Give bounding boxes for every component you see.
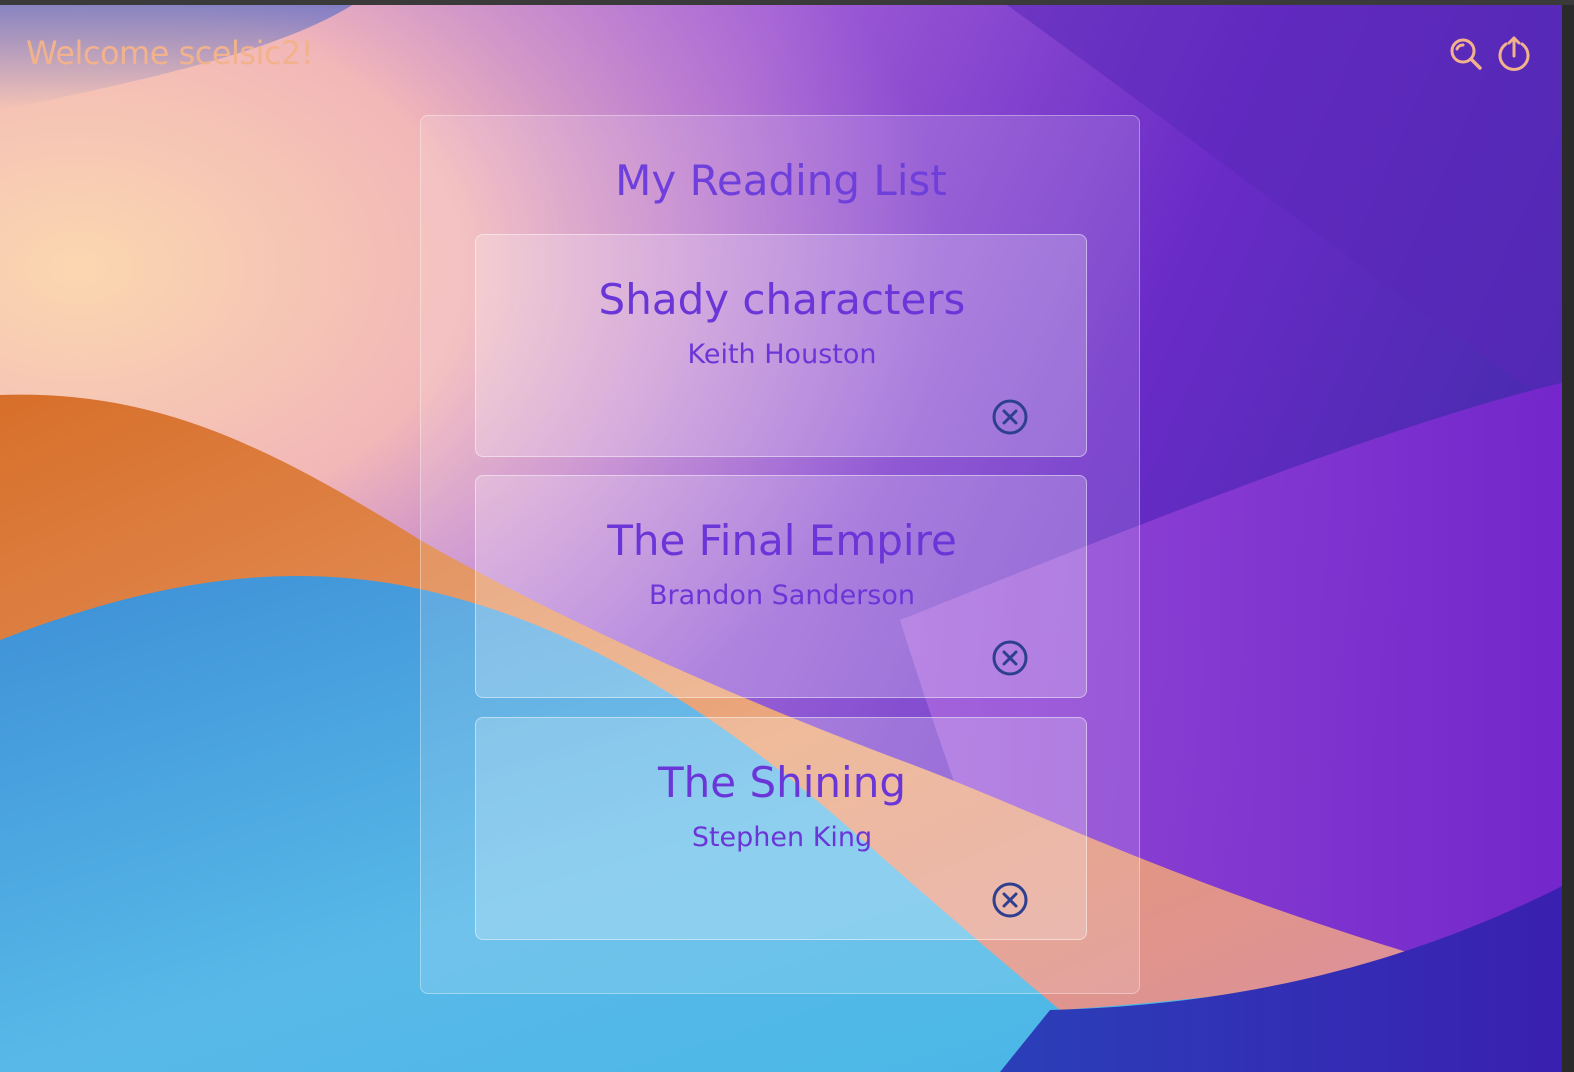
page-title: My Reading List bbox=[615, 156, 947, 205]
remove-book-button[interactable] bbox=[990, 638, 1030, 678]
close-circle-icon bbox=[992, 399, 1028, 435]
book-card: The Shining Stephen King bbox=[475, 717, 1087, 940]
close-circle-icon bbox=[992, 640, 1028, 676]
welcome-message: Welcome scelsic2! bbox=[26, 34, 314, 72]
book-author: Stephen King bbox=[691, 822, 873, 853]
book-title: The Shining bbox=[658, 758, 906, 807]
close-circle-icon bbox=[992, 882, 1028, 918]
book-author: Keith Houston bbox=[687, 339, 877, 370]
logout-button[interactable] bbox=[1494, 32, 1534, 76]
window-top-border bbox=[0, 0, 1574, 5]
book-title: Shady characters bbox=[598, 275, 966, 324]
reading-list-panel: My Reading List Shady characters Keith H… bbox=[420, 115, 1140, 994]
remove-book-button[interactable] bbox=[990, 880, 1030, 920]
header-actions bbox=[1446, 32, 1534, 76]
remove-book-button[interactable] bbox=[990, 397, 1030, 437]
search-icon bbox=[1450, 38, 1482, 70]
window-right-edge bbox=[1562, 5, 1574, 1072]
search-button[interactable] bbox=[1446, 32, 1486, 76]
book-card: The Final Empire Brandon Sanderson bbox=[475, 475, 1087, 698]
book-title: The Final Empire bbox=[607, 516, 957, 565]
book-card: Shady characters Keith Houston bbox=[475, 234, 1087, 457]
book-author: Brandon Sanderson bbox=[649, 580, 915, 611]
power-icon bbox=[1498, 36, 1530, 71]
